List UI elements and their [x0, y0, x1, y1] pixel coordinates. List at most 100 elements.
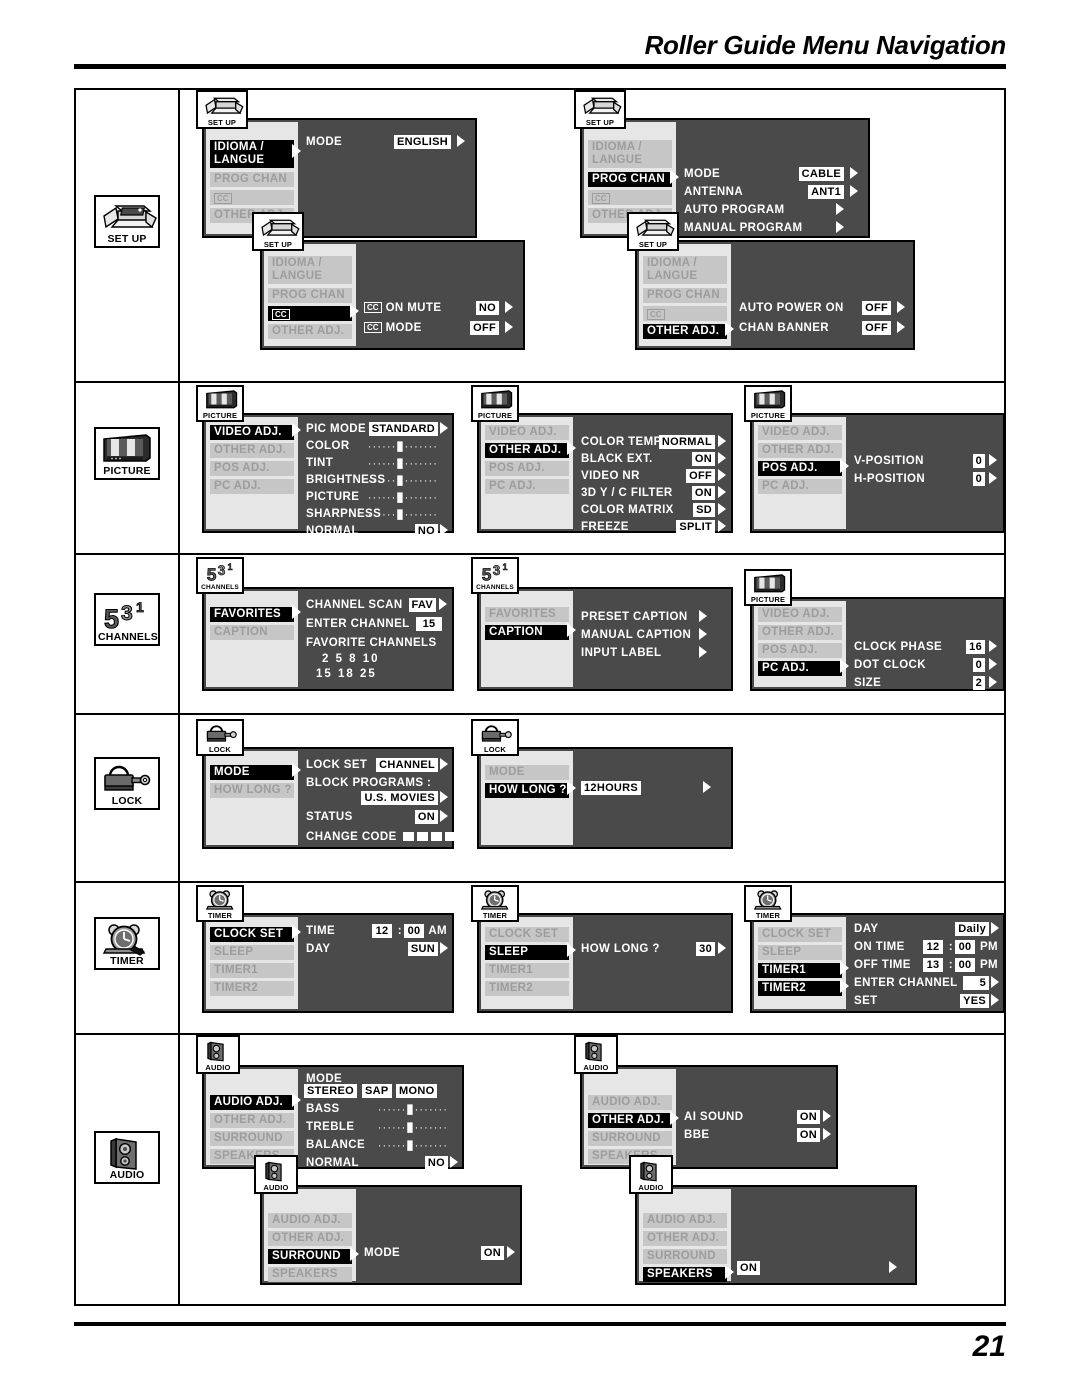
category-badge-timer[interactable]: TIMER [94, 917, 160, 970]
chevron-right-icon[interactable] [450, 1156, 458, 1168]
menu-item-other-adj[interactable]: OTHER ADJ. [588, 1113, 672, 1128]
menu-item-timer2[interactable]: TIMER2 [210, 981, 294, 996]
chevron-right-icon[interactable] [823, 1110, 831, 1122]
menu-item-other-adj[interactable]: OTHER ADJ. [210, 443, 294, 458]
row-value-ai-sound[interactable]: ON [796, 1110, 820, 1124]
menu-item-mode[interactable]: MODE [210, 765, 294, 780]
row-value-chan-banner[interactable]: OFF [862, 321, 891, 335]
menu-item-other-adj[interactable]: OTHER ADJ. [643, 324, 727, 339]
category-badge-audio[interactable]: AUDIO [94, 1131, 160, 1184]
row-value-color-temp[interactable]: NORMAL [658, 435, 715, 449]
menu-item-speakers[interactable]: SPEAKERS [643, 1267, 727, 1282]
row-value-on-time-hours[interactable]: 12 [923, 940, 943, 954]
menu-item-pc-adj[interactable]: PC ADJ. [485, 479, 569, 494]
row-value-normal[interactable]: NO [424, 1156, 448, 1170]
menu-item-audio-adj[interactable]: AUDIO ADJ. [210, 1095, 294, 1110]
chevron-right-icon[interactable] [989, 676, 997, 688]
menu-item-pc-adj[interactable]: PC ADJ. [210, 479, 294, 494]
menu-item-mode[interactable]: MODE [485, 765, 569, 780]
menu-item-cc[interactable]: CC [588, 190, 672, 205]
menu-item-cc[interactable]: CC [210, 190, 294, 205]
chevron-right-icon[interactable] [718, 520, 726, 532]
menu-item-prog-chan[interactable]: PROG CHAN [588, 172, 672, 187]
row-value-lock-set[interactable]: CHANNEL [376, 758, 438, 772]
menu-item-other-adj[interactable]: OTHER ADJ. [758, 443, 842, 458]
menu-item-other-adj[interactable]: OTHER ADJ. [210, 1113, 294, 1128]
chevron-right-icon[interactable] [440, 810, 448, 822]
menu-item-surround[interactable]: SURROUND [210, 1131, 294, 1146]
menu-item-pc-adj[interactable]: PC ADJ. [758, 661, 842, 676]
menu-item-prog-chan[interactable]: PROG CHAN [643, 288, 727, 303]
osd-panel-timer-timer1[interactable]: CLOCK SET SLEEP TIMER1 TIMER2 DAY Daily … [744, 885, 1005, 1013]
chevron-right-icon[interactable] [897, 321, 905, 333]
row-value-black-ext[interactable]: ON [691, 452, 715, 466]
menu-item-pc-adj[interactable]: PC ADJ. [758, 479, 842, 494]
row-value-h-position[interactable]: 0 [972, 472, 985, 486]
menu-item-surround[interactable]: SURROUND [268, 1249, 352, 1264]
row-value-on-time-minutes[interactable]: 00 [955, 940, 975, 954]
osd-panel-audio-surround[interactable]: AUDIO ADJ. OTHER ADJ. SURROUND SPEAKERS … [254, 1155, 522, 1285]
osd-panel-audio-other-adj[interactable]: AUDIO ADJ. OTHER ADJ. SURROUND SPEAKERS … [574, 1035, 838, 1169]
menu-item-audio-adj[interactable]: AUDIO ADJ. [268, 1213, 352, 1228]
menu-item-sleep[interactable]: SLEEP [758, 945, 842, 960]
row-value-pic-mode[interactable]: STANDARD [368, 422, 438, 436]
slider-color[interactable]: ······▮······· [368, 439, 438, 453]
row-value-day[interactable]: Daily [955, 922, 989, 936]
chevron-right-icon[interactable] [718, 435, 726, 447]
row-value-color-matrix[interactable]: SD [693, 503, 715, 517]
row-value-v-position[interactable]: 0 [972, 454, 985, 468]
osd-panel-audio-speakers[interactable]: AUDIO ADJ. OTHER ADJ. SURROUND SPEAKERS … [629, 1155, 917, 1285]
chevron-right-icon[interactable] [718, 452, 726, 464]
chevron-right-icon[interactable] [850, 167, 858, 179]
chevron-right-icon[interactable] [989, 640, 997, 652]
osd-panel-channels-caption[interactable]: FAVORITES CAPTION PRESET CAPTION MANUAL … [471, 557, 733, 691]
menu-item-cc[interactable]: CC [268, 306, 352, 321]
chevron-right-icon[interactable] [440, 942, 448, 954]
row-value-how-long[interactable]: 12HOURS [581, 781, 642, 795]
row-value-cc-mode[interactable]: OFF [470, 321, 499, 335]
menu-item-prog-chan[interactable]: PROG CHAN [210, 172, 294, 187]
menu-item-clock-set[interactable]: CLOCK SET [210, 927, 294, 942]
slider-sharpness[interactable]: ······▮······· [368, 507, 438, 521]
row-value-3d-yc-filter[interactable]: ON [691, 486, 715, 500]
chevron-right-icon[interactable] [440, 524, 448, 536]
chevron-right-icon[interactable] [850, 185, 858, 197]
osd-panel-picture-video-adj[interactable]: VIDEO ADJ. OTHER ADJ. POS ADJ. PC ADJ. P… [196, 385, 454, 538]
menu-item-prog-chan[interactable]: PROG CHAN [268, 288, 352, 303]
chevron-right-icon[interactable] [989, 472, 997, 484]
row-value-time-hours[interactable]: 12 [372, 924, 392, 938]
chevron-right-icon[interactable] [718, 469, 726, 481]
chevron-right-icon[interactable] [699, 628, 707, 640]
menu-item-video-adj[interactable]: VIDEO ADJ. [758, 607, 842, 622]
menu-item-idioma-langue[interactable]: IDIOMA / LANGUE [210, 140, 294, 168]
menu-item-surround[interactable]: SURROUND [588, 1131, 672, 1146]
chevron-right-icon[interactable] [991, 976, 999, 988]
chevron-right-icon[interactable] [457, 135, 465, 147]
menu-item-clock-set[interactable]: CLOCK SET [485, 927, 569, 942]
chevron-right-icon[interactable] [440, 422, 448, 434]
chevron-right-icon[interactable] [989, 454, 997, 466]
code-digits[interactable] [400, 829, 457, 845]
menu-item-speakers[interactable]: SPEAKERS [268, 1267, 352, 1282]
category-badge-picture[interactable]: PICTURE [94, 427, 160, 480]
chevron-right-icon[interactable] [897, 301, 905, 313]
row-value-normal[interactable]: NO [414, 524, 438, 538]
row-value-dot-clock[interactable]: 0 [972, 658, 985, 672]
menu-item-other-adj[interactable]: OTHER ADJ. [485, 443, 569, 458]
chevron-right-icon[interactable] [507, 1246, 515, 1258]
osd-panel-timer-sleep[interactable]: CLOCK SET SLEEP TIMER1 TIMER2 HOW LONG ?… [471, 885, 733, 1013]
row-value-freeze[interactable]: SPLIT [676, 520, 715, 534]
osd-panel-lock-mode[interactable]: MODE HOW LONG ? LOCK SET CHANNEL BLOCK P… [196, 719, 457, 849]
osd-panel-setup-other-adj[interactable]: IDIOMA / LANGUE PROG CHAN CC OTHER ADJ. … [627, 212, 915, 350]
menu-item-favorites[interactable]: FAVORITES [210, 607, 294, 622]
menu-item-cc[interactable]: CC [643, 306, 727, 321]
menu-item-pos-adj[interactable]: POS ADJ. [210, 461, 294, 476]
chevron-right-icon[interactable] [440, 758, 448, 770]
menu-item-timer1[interactable]: TIMER1 [758, 963, 842, 978]
menu-item-other-adj[interactable]: OTHER ADJ. [758, 625, 842, 640]
chevron-right-icon[interactable] [440, 791, 448, 803]
menu-item-how-long[interactable]: HOW LONG ? [210, 783, 294, 798]
row-value-mode[interactable]: ENGLISH [394, 135, 451, 149]
mode-option-sap[interactable]: SAP [362, 1084, 392, 1098]
menu-item-pos-adj[interactable]: POS ADJ. [485, 461, 569, 476]
